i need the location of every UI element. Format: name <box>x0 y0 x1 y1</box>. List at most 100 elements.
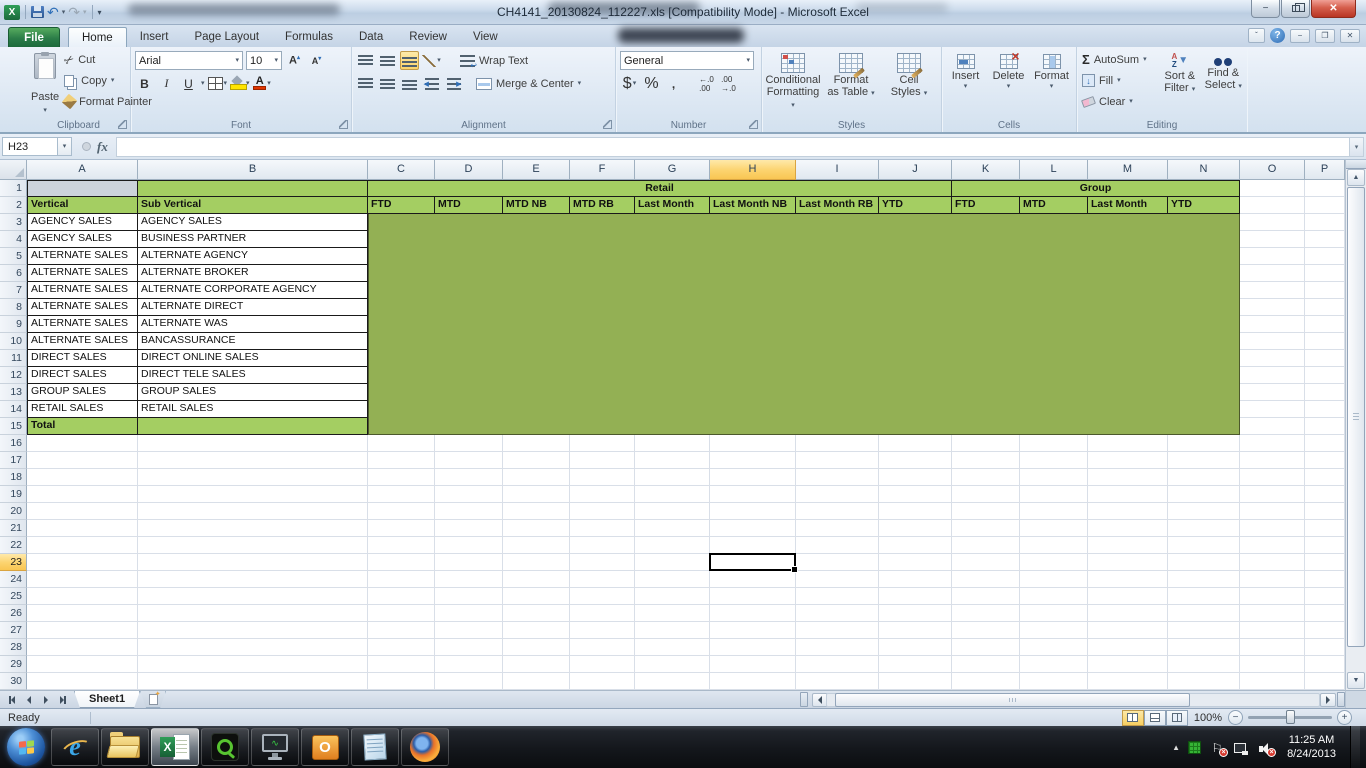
taskbar-internet-explorer[interactable]: e <box>51 728 99 766</box>
action-center-icon[interactable]: ⚐ × <box>1209 740 1229 757</box>
row-header-17[interactable]: 17 <box>0 452 27 469</box>
cell-M27[interactable] <box>1088 622 1168 639</box>
cell-M21[interactable] <box>1088 520 1168 537</box>
vertical-split-handle[interactable] <box>1346 160 1366 169</box>
cell-N2[interactable]: YTD <box>1168 197 1240 214</box>
cell-O20[interactable] <box>1240 503 1305 520</box>
cell-F2[interactable]: MTD RB <box>570 197 635 214</box>
taskbar-green-q-app[interactable] <box>201 728 249 766</box>
cell-L23[interactable] <box>1020 554 1088 571</box>
cell-O3[interactable] <box>1240 214 1305 231</box>
next-sheet-button[interactable] <box>38 693 53 707</box>
zoom-out-button[interactable]: − <box>1228 710 1243 725</box>
cell-K25[interactable] <box>952 588 1020 605</box>
cell-K22[interactable] <box>952 537 1020 554</box>
cell-P19[interactable] <box>1305 486 1345 503</box>
cell-I29[interactable] <box>796 656 879 673</box>
column-header-D[interactable]: D <box>435 160 503 180</box>
cell-K16[interactable] <box>952 435 1020 452</box>
ribbon-tab-review[interactable]: Review <box>396 27 460 47</box>
row-header-22[interactable]: 22 <box>0 537 27 554</box>
cell-A2[interactable]: Vertical <box>27 197 138 214</box>
horizontal-scroll-thumb[interactable] <box>835 693 1190 707</box>
cell-P8[interactable] <box>1305 299 1345 316</box>
cell-E2[interactable]: MTD NB <box>503 197 570 214</box>
increase-indent-button[interactable] <box>444 74 463 93</box>
cell-I16[interactable] <box>796 435 879 452</box>
taskbar-notepad[interactable] <box>351 728 399 766</box>
align-bottom-button[interactable] <box>400 51 419 70</box>
cell-P29[interactable] <box>1305 656 1345 673</box>
cell-L16[interactable] <box>1020 435 1088 452</box>
cell-C20[interactable] <box>368 503 435 520</box>
cell-P11[interactable] <box>1305 350 1345 367</box>
row-header-16[interactable]: 16 <box>0 435 27 452</box>
cell-O24[interactable] <box>1240 571 1305 588</box>
wrap-text-button[interactable]: Wrap Text <box>457 50 531 71</box>
cell-D2[interactable]: MTD <box>435 197 503 214</box>
tray-expand-button[interactable]: ▲ <box>1172 743 1180 752</box>
cell-P6[interactable] <box>1305 265 1345 282</box>
row-header-20[interactable]: 20 <box>0 503 27 520</box>
cell-F21[interactable] <box>570 520 635 537</box>
merge-center-button[interactable]: Merge & Center ▾ <box>473 73 584 94</box>
taskbar-monitor-app[interactable]: ∿ <box>251 728 299 766</box>
zoom-in-button[interactable]: + <box>1337 710 1352 725</box>
cell-O23[interactable] <box>1240 554 1305 571</box>
cell-C30[interactable] <box>368 673 435 690</box>
cell-N25[interactable] <box>1168 588 1240 605</box>
cell-E23[interactable] <box>503 554 570 571</box>
ribbon-tab-formulas[interactable]: Formulas <box>272 27 346 47</box>
column-header-E[interactable]: E <box>503 160 570 180</box>
vertical-scrollbar[interactable]: ▲ ▼ <box>1345 160 1366 690</box>
cell-M22[interactable] <box>1088 537 1168 554</box>
cell-P12[interactable] <box>1305 367 1345 384</box>
column-header-N[interactable]: N <box>1168 160 1240 180</box>
cell-J29[interactable] <box>879 656 952 673</box>
cell-D28[interactable] <box>435 639 503 656</box>
cell-G22[interactable] <box>635 537 710 554</box>
cell-O27[interactable] <box>1240 622 1305 639</box>
cell-B4[interactable]: BUSINESS PARTNER <box>138 231 368 248</box>
cell-G21[interactable] <box>635 520 710 537</box>
sheet-tab-sheet1[interactable]: Sheet1 <box>74 691 140 708</box>
cell-J25[interactable] <box>879 588 952 605</box>
sort-filter-button[interactable]: A Z ▼ Sort & Filter ▾ <box>1158 49 1201 117</box>
cell-J23[interactable] <box>879 554 952 571</box>
cell-I28[interactable] <box>796 639 879 656</box>
cell-O11[interactable] <box>1240 350 1305 367</box>
cell-B5[interactable]: ALTERNATE AGENCY <box>138 248 368 265</box>
cell-J26[interactable] <box>879 605 952 622</box>
cell-P3[interactable] <box>1305 214 1345 231</box>
cell-I22[interactable] <box>796 537 879 554</box>
cell-A13[interactable]: GROUP SALES <box>27 384 138 401</box>
cell-P16[interactable] <box>1305 435 1345 452</box>
cell-A19[interactable] <box>27 486 138 503</box>
cell-B22[interactable] <box>138 537 368 554</box>
row-header-24[interactable]: 24 <box>0 571 27 588</box>
cell-P25[interactable] <box>1305 588 1345 605</box>
cell-P7[interactable] <box>1305 282 1345 299</box>
cell-O26[interactable] <box>1240 605 1305 622</box>
row-header-13[interactable]: 13 <box>0 384 27 401</box>
cell-G20[interactable] <box>635 503 710 520</box>
cell-B30[interactable] <box>138 673 368 690</box>
cell-C16[interactable] <box>368 435 435 452</box>
ribbon-tab-page-layout[interactable]: Page Layout <box>181 27 272 47</box>
cell-M23[interactable] <box>1088 554 1168 571</box>
cell-O29[interactable] <box>1240 656 1305 673</box>
cell-P20[interactable] <box>1305 503 1345 520</box>
cell-B12[interactable]: DIRECT TELE SALES <box>138 367 368 384</box>
cell-D27[interactable] <box>435 622 503 639</box>
cell-N30[interactable] <box>1168 673 1240 690</box>
row-header-25[interactable]: 25 <box>0 588 27 605</box>
cell-I30[interactable] <box>796 673 879 690</box>
cell-G16[interactable] <box>635 435 710 452</box>
cell-A8[interactable]: ALTERNATE SALES <box>27 299 138 316</box>
cell-J2[interactable]: YTD <box>879 197 952 214</box>
cell-N24[interactable] <box>1168 571 1240 588</box>
normal-view-button[interactable] <box>1121 709 1144 726</box>
taskbar-firefox[interactable] <box>401 728 449 766</box>
cell-B19[interactable] <box>138 486 368 503</box>
name-box[interactable]: H23 <box>2 137 58 156</box>
